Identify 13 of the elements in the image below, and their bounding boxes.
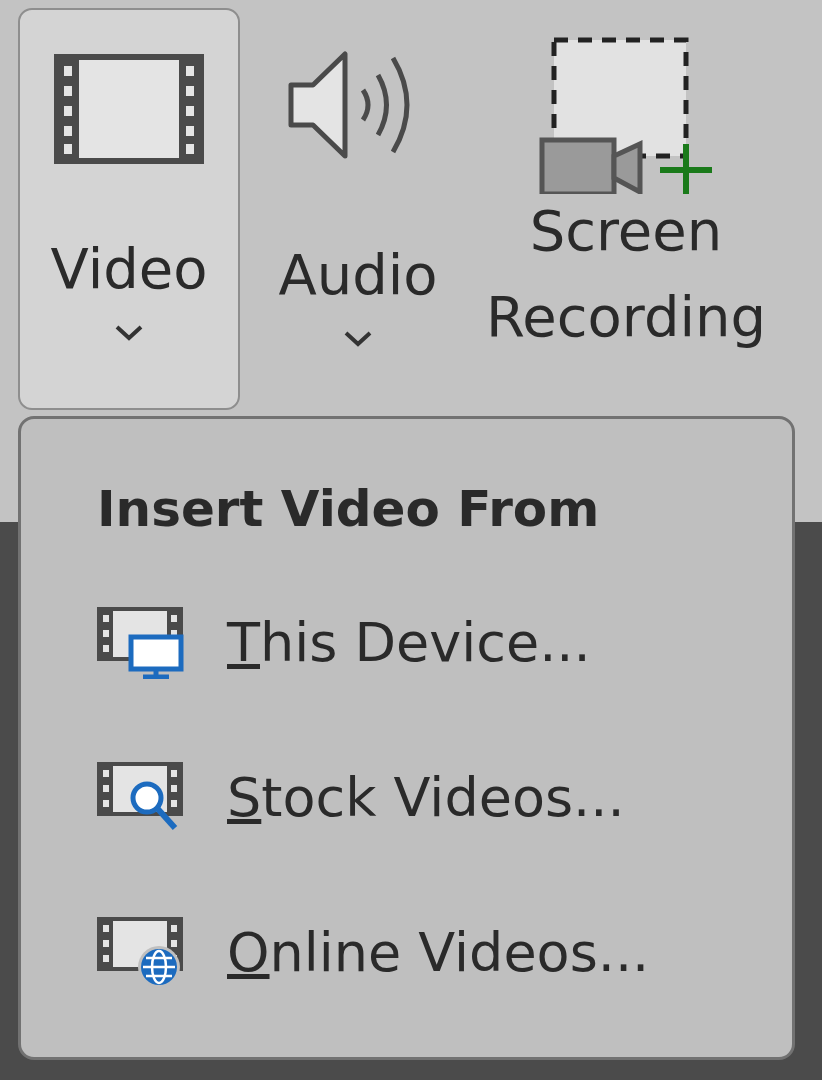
menu-item[interactable]: Stock Videos... [97,720,625,875]
film-icon [54,54,204,164]
button-label: Audio [278,241,438,309]
video-button[interactable]: Video [18,8,240,410]
film-monitor-icon [97,606,187,679]
button-label: Recording [485,283,767,351]
menu-item[interactable]: Online Videos... [97,875,650,1030]
screen-button[interactable]: Screen Recording [476,8,776,410]
audio-button[interactable]: Audio [258,8,458,410]
button-label: Screen [529,197,723,265]
menu-title: Insert Video From [97,479,600,540]
button-label: Video [50,235,208,303]
menu-item[interactable]: This Device... [97,565,591,720]
